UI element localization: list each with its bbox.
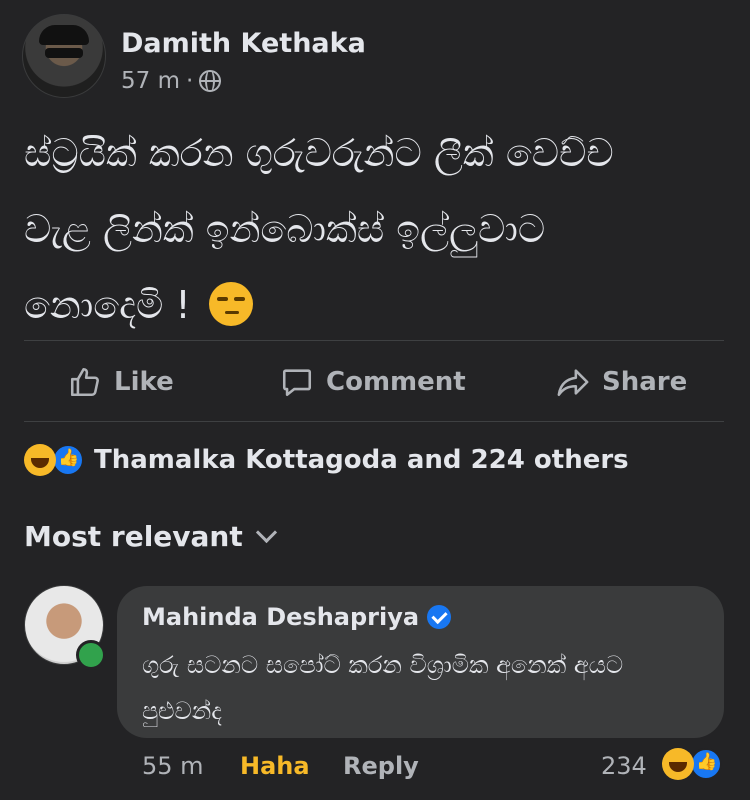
sunglasses-shape [45, 48, 83, 58]
sort-label: Most relevant [24, 520, 243, 553]
author-avatar[interactable] [22, 14, 106, 98]
meta-separator: · [185, 68, 194, 94]
divider-bottom [24, 421, 724, 422]
comment-label: Comment [326, 367, 466, 397]
post-meta: 57 m · [121, 68, 222, 94]
post-author-name[interactable]: Damith Kethaka [121, 28, 366, 59]
thumbs-up-icon [70, 367, 99, 397]
comment-reactions[interactable] [662, 748, 722, 780]
chevron-down-icon [255, 521, 277, 544]
like-button[interactable]: Like [68, 362, 174, 402]
verified-badge-icon [427, 605, 452, 629]
cap-shape [39, 25, 89, 45]
share-icon [557, 369, 589, 397]
unamused-face-icon [208, 282, 253, 326]
like-label: Like [114, 367, 174, 397]
commenter-name[interactable]: Mahinda Deshapriya [142, 603, 452, 631]
commenter-name-text[interactable]: Mahinda Deshapriya [142, 603, 419, 631]
comment-time[interactable]: 55 m [142, 752, 204, 780]
comment-reply-button[interactable]: Reply [343, 752, 419, 780]
comment-text: ගුරු සටනට සපෝට් කරන විශ්‍රාමික අනෙක් අයට… [142, 651, 624, 725]
post-text: ස්ට්‍රයික් කරන ගුරුවරුන්ට ලීක් වෙච්ච වැළ… [24, 115, 724, 343]
post-text-line-1: ස්ට්‍රයික් කරන ගුරුවරුන්ට ලීක් වෙච්ච [24, 131, 614, 175]
comment-reaction-count[interactable]: 234 [601, 752, 647, 780]
comment-sort-dropdown[interactable]: Most relevant [24, 520, 277, 553]
reactions-text: Thamalka Kottagoda and 224 others [94, 445, 629, 475]
share-label: Share [602, 367, 688, 397]
comment-button[interactable]: Comment [280, 362, 466, 402]
comment-haha-button[interactable]: Haha [240, 752, 310, 780]
share-button[interactable]: Share [556, 362, 687, 402]
haha-icon [662, 748, 694, 780]
reactions-summary[interactable]: Thamalka Kottagoda and 224 others [24, 444, 629, 476]
comment-icon [282, 369, 312, 397]
like-icon [690, 748, 722, 780]
post-time[interactable]: 57 m [121, 68, 180, 94]
haha-icon [24, 444, 56, 476]
online-status-indicator [76, 640, 106, 670]
globe-icon [199, 70, 222, 92]
post-text-line-2: වැළ ලින්ක් ඉන්බොක්ස් ඉල්ලුවාට [24, 207, 546, 251]
divider-top [24, 340, 724, 341]
like-icon [52, 444, 84, 476]
post-text-line-3: නොදෙමි ! [24, 283, 203, 327]
